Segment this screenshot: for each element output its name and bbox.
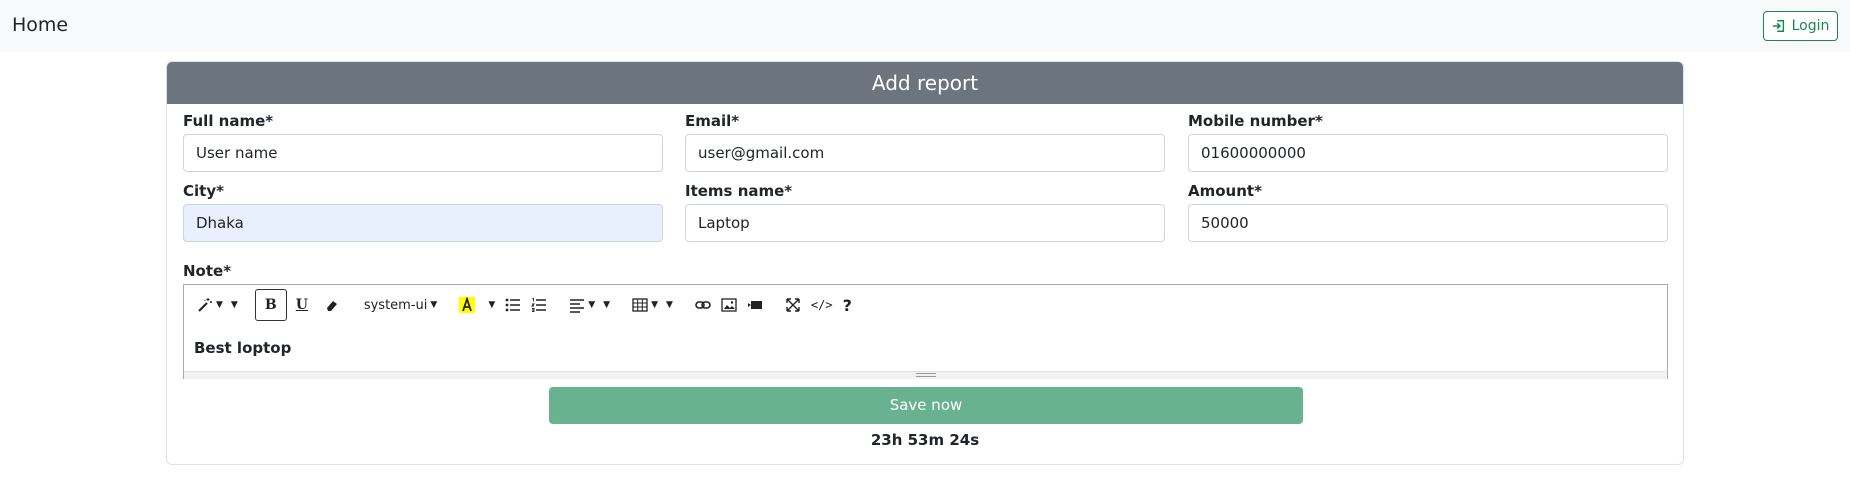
caret-down-icon: ▼ [588,300,596,310]
resize-grip-icon [915,373,936,377]
login-button[interactable]: Login [1763,11,1838,41]
underline-button[interactable]: U [287,289,317,321]
table-dropdown[interactable]: ▼ ▼ [627,289,678,321]
city-field: City* Dhaka [183,181,663,242]
list-ul-icon [505,298,521,312]
image-icon [721,298,737,312]
countdown-timer: 23h 53m 24s [870,431,980,449]
save-now-button[interactable]: Save now [549,387,1303,424]
email-input[interactable]: user@gmail.com [685,134,1165,172]
amount-field: Amount* 50000 [1188,181,1668,242]
video-icon [747,301,762,309]
sign-in-icon [1772,20,1784,32]
items-name-input[interactable]: Laptop [685,204,1165,242]
paragraph-align-dropdown[interactable]: ▼ ▼ [564,289,615,321]
link-icon [695,301,711,309]
city-label: City* [183,182,224,200]
editor-resize-bar[interactable] [184,371,1667,379]
font-name-dropdown[interactable]: system-ui ▼ [359,289,442,321]
amount-input[interactable]: 50000 [1188,204,1668,242]
eraser-icon [326,301,337,311]
text-color-button[interactable] [454,289,480,321]
code-view-button[interactable]: </> [806,289,838,321]
ordered-list-button[interactable] [526,289,552,321]
bold-button[interactable]: B [254,289,287,321]
editor-toolbar: ▼ ▼ B U system-ui ▼ ▼ ▼ ▼ ▼ ▼ </> ? [184,285,1667,325]
underline-label: U [295,297,308,313]
brand-home-link[interactable]: Home [12,12,68,38]
note-label: Note* [183,262,232,280]
email-field: Email* user@gmail.com [685,111,1165,172]
caret-down-icon: ▼ [488,300,496,310]
question-icon: ? [842,295,852,315]
email-label: Email* [685,112,740,130]
caret-down-icon: ▼ [666,300,673,310]
expand-icon [786,298,800,312]
magic-wand-icon [198,298,212,312]
help-button[interactable]: ? [838,289,857,321]
full-name-label: Full name* [183,112,274,130]
link-button[interactable] [690,289,716,321]
full-name-input[interactable]: User name [183,134,663,172]
align-left-icon [570,299,585,313]
eraser-button[interactable] [317,289,347,321]
font-color-icon [459,297,476,313]
card-title: Add report [167,62,1683,104]
mobile-input[interactable]: 01600000000 [1188,134,1668,172]
fullscreen-button[interactable] [780,289,806,321]
style-dropdown[interactable]: ▼ ▼ [192,289,243,321]
table-icon [632,298,648,312]
picture-button[interactable] [716,289,742,321]
code-icon: </> [810,298,833,312]
caret-down-icon: ▼ [651,300,658,310]
video-button[interactable] [742,289,768,321]
caret-down-icon: ▼ [603,300,611,310]
mobile-field: Mobile number* 01600000000 [1188,111,1668,172]
caret-down-icon: ▼ [230,300,238,310]
unordered-list-button[interactable] [500,289,526,321]
caret-down-icon: ▼ [216,300,223,310]
city-input[interactable]: Dhaka [183,204,663,242]
items-name-label: Items name* [685,182,793,200]
color-dropdown[interactable]: ▼ [480,289,500,321]
items-name-field: Items name* Laptop [685,181,1165,242]
navbar: Home Login [0,0,1850,52]
note-content[interactable]: Best loptop [194,339,291,357]
list-ol-icon [531,298,547,312]
note-editor: ▼ ▼ B U system-ui ▼ ▼ ▼ ▼ ▼ ▼ </> ? Best… [183,284,1668,379]
mobile-label: Mobile number* [1188,112,1323,130]
full-name-field: Full name* User name [183,111,663,172]
amount-label: Amount* [1188,182,1262,200]
font-name-value: system-ui [363,297,428,313]
login-label: Login [1791,18,1830,34]
add-report-card: Add report Full name* User name Email* u… [166,61,1684,465]
caret-down-icon: ▼ [430,300,438,310]
